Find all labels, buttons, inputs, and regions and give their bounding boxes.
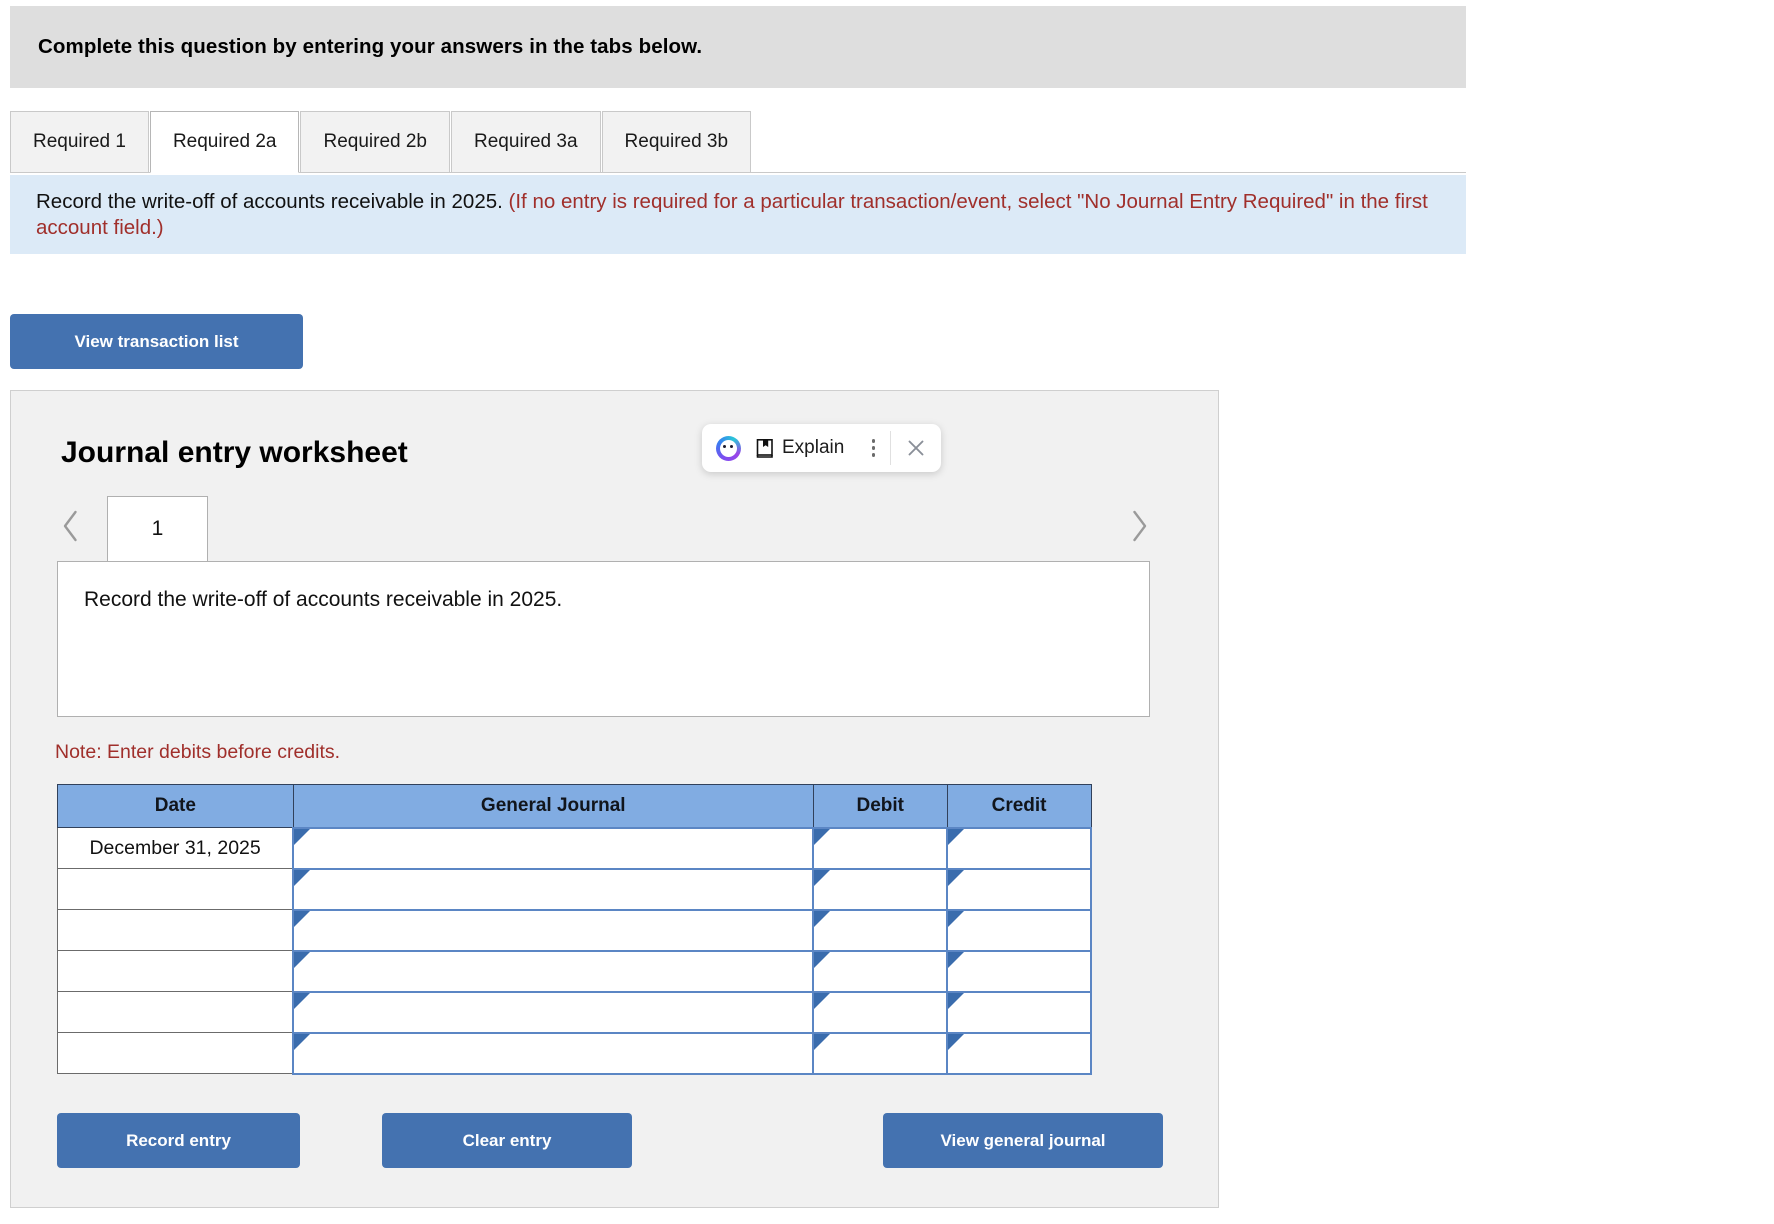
transaction-description-box: Record the write-off of accounts receiva… — [57, 561, 1150, 717]
dropdown-triangle-icon — [814, 1033, 831, 1050]
tab-required-3b[interactable]: Required 3b — [601, 111, 752, 173]
account-select-3[interactable] — [292, 908, 815, 952]
transaction-description-text: Record the write-off of accounts receiva… — [84, 588, 563, 611]
dropdown-triangle-icon — [948, 869, 965, 886]
explain-label: Explain — [782, 437, 845, 458]
cell-date — [57, 1032, 294, 1074]
task-banner-main-text: Record the write-off of accounts receiva… — [36, 190, 503, 213]
column-header-debit: Debit — [812, 784, 948, 828]
dropdown-triangle-icon — [814, 828, 831, 845]
debit-input-3[interactable] — [812, 908, 949, 952]
view-general-journal-button[interactable]: View general journal — [883, 1113, 1163, 1168]
clear-entry-button[interactable]: Clear entry — [382, 1113, 632, 1168]
debits-before-credits-note: Note: Enter debits before credits. — [55, 741, 341, 763]
credit-input-6[interactable] — [946, 1031, 1092, 1075]
book-bookmark-icon — [755, 438, 775, 459]
view-transaction-list-button[interactable]: View transaction list — [10, 314, 303, 369]
worksheet-page-tab-1[interactable]: 1 — [107, 496, 208, 561]
dropdown-triangle-icon — [294, 951, 311, 968]
dropdown-triangle-icon — [814, 869, 831, 886]
dropdown-triangle-icon — [948, 992, 965, 1009]
account-select-1[interactable] — [292, 826, 815, 870]
account-select-6[interactable] — [292, 1031, 815, 1075]
brand-orb-icon — [716, 435, 741, 461]
required-tab-bar: Required 1 Required 2a Required 2b Requi… — [10, 111, 752, 173]
question-instruction-text: Complete this question by entering your … — [38, 35, 703, 58]
dropdown-triangle-icon — [294, 869, 311, 886]
cell-date — [57, 991, 294, 1033]
journal-entry-table: Date General Journal Debit Credit Decemb… — [57, 784, 1092, 1075]
account-select-5[interactable] — [292, 990, 815, 1034]
debit-input-4[interactable] — [812, 949, 949, 993]
credit-input-4[interactable] — [946, 949, 1092, 993]
tab-required-1[interactable]: Required 1 — [10, 111, 149, 173]
account-select-2[interactable] — [292, 867, 815, 911]
column-header-date: Date — [57, 784, 294, 828]
close-x-icon[interactable] — [891, 424, 941, 472]
dropdown-triangle-icon — [948, 1033, 965, 1050]
table-row — [57, 867, 1092, 911]
cell-date — [57, 868, 294, 910]
debit-input-1[interactable] — [812, 826, 949, 870]
explain-widget: Explain — [702, 424, 942, 472]
dropdown-triangle-icon — [814, 951, 831, 968]
tab-required-3a[interactable]: Required 3a — [451, 111, 601, 173]
table-row — [57, 908, 1092, 952]
cell-date — [57, 909, 294, 951]
cell-date — [57, 950, 294, 992]
chevron-right-icon[interactable] — [1118, 503, 1160, 549]
account-select-4[interactable] — [292, 949, 815, 993]
debit-input-2[interactable] — [812, 867, 949, 911]
task-banner: Record the write-off of accounts receiva… — [10, 175, 1466, 254]
table-row — [57, 1031, 1092, 1075]
dropdown-triangle-icon — [948, 910, 965, 927]
table-row — [57, 949, 1092, 993]
column-header-credit: Credit — [946, 784, 1092, 828]
tab-required-2a[interactable]: Required 2a — [149, 111, 300, 173]
chevron-left-icon[interactable] — [50, 503, 92, 549]
explain-button[interactable]: Explain — [702, 424, 856, 472]
dropdown-triangle-icon — [948, 951, 965, 968]
column-header-general-journal: General Journal — [292, 784, 814, 828]
kebab-menu-icon[interactable] — [856, 424, 890, 472]
credit-input-1[interactable] — [946, 826, 1092, 870]
debit-input-6[interactable] — [812, 1031, 949, 1075]
dropdown-triangle-icon — [814, 992, 831, 1009]
credit-input-5[interactable] — [946, 990, 1092, 1034]
dropdown-triangle-icon — [294, 992, 311, 1009]
cell-date: December 31, 2025 — [57, 827, 294, 869]
credit-input-3[interactable] — [946, 908, 1092, 952]
credit-input-2[interactable] — [946, 867, 1092, 911]
debit-input-5[interactable] — [812, 990, 949, 1034]
dropdown-triangle-icon — [294, 828, 311, 845]
worksheet-title: Journal entry worksheet — [61, 436, 408, 469]
dropdown-triangle-icon — [294, 910, 311, 927]
table-header-row: Date General Journal Debit Credit — [57, 784, 1092, 828]
worksheet-pager: 1 — [50, 495, 1160, 561]
tab-required-2b[interactable]: Required 2b — [300, 111, 451, 173]
record-entry-button[interactable]: Record entry — [57, 1113, 300, 1168]
dropdown-triangle-icon — [948, 828, 965, 845]
table-row — [57, 990, 1092, 1034]
table-row: December 31, 2025 — [57, 826, 1092, 870]
question-instruction-bar: Complete this question by entering your … — [10, 6, 1466, 88]
dropdown-triangle-icon — [294, 1033, 311, 1050]
dropdown-triangle-icon — [814, 910, 831, 927]
